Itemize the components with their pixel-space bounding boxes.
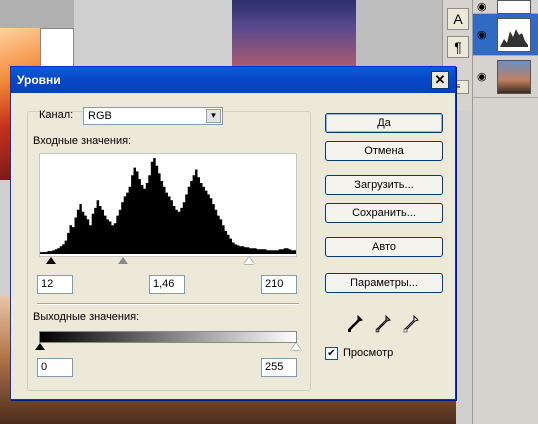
output-levels-label: Выходные значения: (33, 311, 140, 323)
load-button[interactable]: Загрузить... (325, 175, 443, 195)
histogram-graph (40, 158, 296, 254)
output-gradient-bar (39, 331, 297, 343)
dialog-title: Уровни (17, 73, 61, 87)
input-white-field[interactable]: 210 (261, 275, 297, 294)
eye-icon[interactable]: ◉ (477, 0, 487, 13)
input-gamma-handle[interactable] (118, 257, 128, 264)
black-eyedropper-icon[interactable] (347, 315, 363, 333)
eye-icon[interactable]: ◉ (477, 28, 487, 41)
cancel-button[interactable]: Отмена (325, 141, 443, 161)
input-white-point-handle[interactable] (244, 257, 254, 264)
layer-row[interactable]: ◉ (473, 56, 538, 98)
input-black-point-handle[interactable] (46, 257, 56, 264)
input-gamma-field[interactable]: 1,46 (149, 275, 185, 294)
paragraph-tool-button[interactable]: ¶ (447, 36, 469, 58)
histogram-shape (40, 158, 296, 254)
auto-button[interactable]: Авто (325, 237, 443, 257)
channel-select-value: RGB (88, 110, 112, 122)
channel-label: Канал: (39, 109, 74, 121)
ok-button[interactable]: Да (325, 113, 443, 133)
dialog-titlebar[interactable]: Уровни ✕ (11, 67, 455, 93)
output-slider[interactable] (35, 343, 301, 351)
channel-select[interactable]: RGB ▼ (83, 107, 223, 125)
input-levels-label: Входные значения: (33, 135, 132, 147)
checkmark-icon: ✔ (327, 348, 336, 359)
output-black-handle[interactable] (35, 343, 45, 350)
preview-checkbox[interactable]: ✔ (325, 347, 338, 360)
section-divider (37, 303, 299, 305)
eye-icon[interactable]: ◉ (477, 70, 487, 83)
layer-thumbnail-photo (497, 60, 531, 94)
save-button[interactable]: Сохранить... (325, 203, 443, 223)
text-tool-button[interactable]: A (447, 8, 469, 30)
layer-thumbnail (497, 0, 531, 14)
options-button[interactable]: Параметры... (325, 273, 443, 293)
gray-eyedropper-icon[interactable] (375, 315, 391, 333)
background-sky-image (232, 0, 356, 70)
output-white-field[interactable]: 255 (261, 358, 297, 377)
levels-dialog: Уровни ✕ Канал: RGB ▼ Входные значения: … (10, 66, 456, 400)
white-eyedropper-icon[interactable] (403, 315, 419, 333)
background-workspace (356, 0, 442, 70)
layer-thumbnail-levels (497, 18, 531, 52)
histogram (39, 153, 297, 257)
input-slider[interactable] (39, 257, 297, 265)
output-white-handle[interactable] (291, 343, 301, 350)
layer-row[interactable]: ◉ (473, 0, 538, 14)
preview-label: Просмотр (343, 347, 394, 359)
layers-panel: ◉ ◉ ◉ (472, 0, 538, 424)
input-black-field[interactable]: 12 (37, 275, 73, 294)
layer-row-selected[interactable]: ◉ (473, 14, 538, 56)
output-black-field[interactable]: 0 (37, 358, 73, 377)
close-icon[interactable]: ✕ (431, 71, 449, 89)
dropdown-arrow-icon[interactable]: ▼ (206, 109, 221, 123)
